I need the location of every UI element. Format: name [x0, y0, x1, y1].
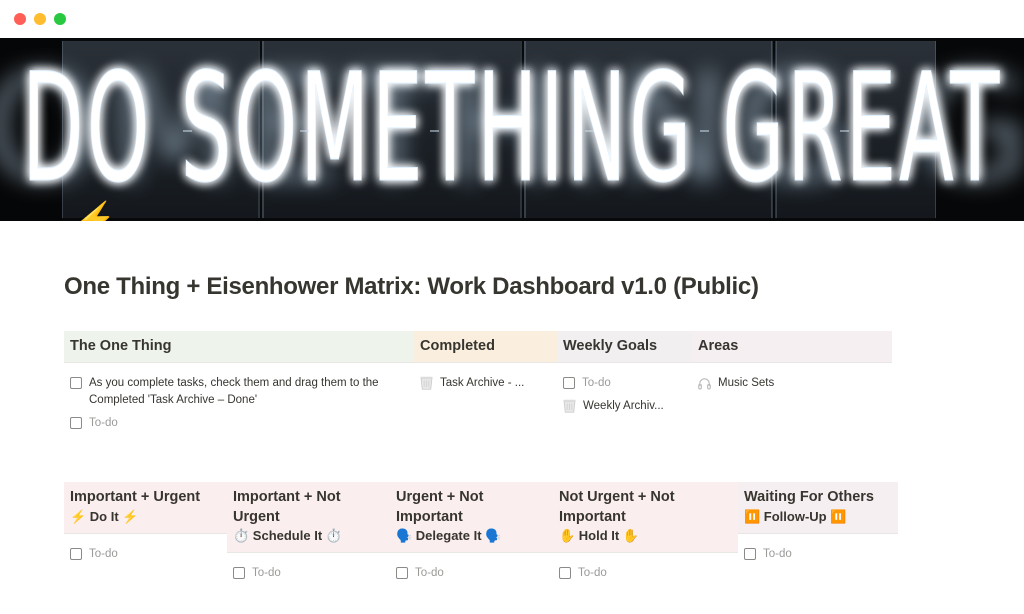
column-areas: Areas Music Sets [692, 331, 892, 395]
list-item-label: To-do [89, 416, 118, 429]
column-header-completed[interactable]: Completed [414, 331, 557, 364]
list-item-label: To-do [252, 567, 281, 580]
neon-sign-artwork: DO SOMETHING GREAT DO SOMETHING GREAT [0, 38, 1024, 221]
list-item-label: To-do [89, 547, 118, 560]
column-completed: Completed Task Archive - ... [414, 331, 557, 395]
list-item[interactable]: To-do [553, 562, 738, 585]
list-item[interactable]: Weekly Archiv... [557, 395, 692, 418]
todo-checkbox[interactable] [70, 377, 82, 390]
column-urgent-not-important: Urgent + Not Important 🗣️ Delegate It 🗣️ T… [390, 482, 553, 585]
column-body-weekly-goals: To-do Weekly Archiv... [557, 363, 692, 417]
list-item-label: To-do [582, 377, 611, 390]
list-item[interactable]: To-do [390, 562, 553, 585]
column-title: Areas [698, 338, 739, 354]
column-header-important-not-urgent[interactable]: Important + Not Urgent ⏱️ Schedule It ⏱️ [227, 482, 390, 554]
column-title: The One Thing [70, 338, 172, 354]
column-subtitle-emoji: 🗣️ Delegate It 🗣️ [396, 527, 502, 543]
list-item[interactable]: Task Archive - ... [414, 372, 557, 395]
todo-checkbox[interactable] [396, 567, 408, 580]
column-weekly-goals: Weekly Goals To-do Weekly Archiv... [557, 331, 692, 418]
page-title[interactable]: One Thing + Eisenhower Matrix: Work Dash… [64, 221, 960, 307]
column-not-urgent-not-important: Not Urgent + Not Important ✋ Hold It ✋ To-… [553, 482, 738, 585]
column-body-the-one-thing: As you complete tasks, check them and dr… [64, 363, 414, 434]
column-header-important-urgent[interactable]: Important + Urgent ⚡ Do It ⚡ [64, 482, 227, 534]
list-item-label: As you complete tasks, check them and dr… [89, 377, 379, 406]
todo-checkbox[interactable] [70, 416, 82, 429]
list-item[interactable]: To-do [557, 372, 692, 395]
column-header-areas[interactable]: Areas [692, 331, 892, 364]
list-item-label: Music Sets [718, 377, 775, 390]
todo-checkbox[interactable] [70, 547, 82, 560]
list-item-label: Weekly Archiv... [583, 399, 664, 412]
headphones-icon [698, 378, 711, 390]
column-title: Important + Urgent [70, 489, 201, 506]
column-important-urgent: Important + Urgent ⚡ Do It ⚡ To-do [64, 482, 227, 565]
list-item[interactable]: Music Sets [692, 372, 892, 395]
list-item-label: To-do [763, 547, 792, 560]
column-body-not-urgent-not-important: To-do [553, 553, 738, 585]
column-title: Important + Not Urgent [233, 489, 341, 525]
list-item[interactable]: As you complete tasks, check them and dr… [64, 372, 414, 411]
column-subtitle-emoji: ⏸️ Follow-Up ⏸️ [744, 508, 847, 524]
column-title: Waiting For Others [744, 489, 874, 506]
column-header-weekly-goals[interactable]: Weekly Goals [557, 331, 692, 364]
window-title-bar [0, 0, 1024, 38]
column-header-waiting-for-others[interactable]: Waiting For Others ⏸️ Follow-Up ⏸️ [738, 482, 898, 534]
column-title: Weekly Goals [563, 338, 658, 354]
column-the-one-thing: The One Thing As you complete tasks, chec… [64, 331, 414, 434]
list-item-label: Task Archive - ... [440, 377, 525, 390]
column-body-waiting-for-others: To-do [738, 534, 898, 566]
column-header-urgent-not-important[interactable]: Urgent + Not Important 🗣️ Delegate It 🗣️ [390, 482, 553, 554]
column-important-not-urgent: Important + Not Urgent ⏱️ Schedule It ⏱️ T… [227, 482, 390, 585]
todo-checkbox[interactable] [559, 567, 571, 580]
column-subtitle-emoji: ⏱️ Schedule It ⏱️ [233, 527, 342, 543]
column-body-important-not-urgent: To-do [227, 553, 390, 585]
todo-checkbox[interactable] [233, 567, 245, 580]
window-maximize-button[interactable] [54, 13, 66, 25]
column-subtitle-emoji: ✋ Hold It ✋ [559, 527, 640, 543]
list-item[interactable]: To-do [64, 543, 227, 566]
list-item-label: To-do [578, 567, 607, 580]
list-item[interactable]: To-do [738, 543, 898, 566]
column-subtitle-emoji: ⚡ Do It ⚡ [70, 508, 139, 524]
list-item[interactable]: To-do [64, 412, 414, 435]
column-title: Not Urgent + Not Important [559, 489, 675, 525]
page-icon-lightning-icon[interactable]: ⚡ [74, 203, 116, 221]
page-cover-image[interactable]: DO SOMETHING GREAT DO SOMETHING GREAT ⚡ [0, 38, 1024, 221]
todo-checkbox[interactable] [563, 377, 575, 390]
column-body-important-urgent: To-do [64, 534, 227, 566]
column-row-matrix: Important + Urgent ⚡ Do It ⚡ To-do Importan… [64, 482, 960, 585]
column-waiting-for-others: Waiting For Others ⏸️ Follow-Up ⏸️ To-do [738, 482, 898, 565]
column-title: Completed [420, 338, 495, 354]
trash-icon [420, 377, 433, 390]
window-minimize-button[interactable] [34, 13, 46, 25]
window-close-button[interactable] [14, 13, 26, 25]
column-body-completed: Task Archive - ... [414, 363, 557, 395]
svg-text:DO SOMETHING GREAT: DO SOMETHING GREAT [22, 42, 1002, 216]
column-body-areas: Music Sets [692, 363, 892, 395]
list-item[interactable]: To-do [227, 562, 390, 585]
todo-checkbox[interactable] [744, 547, 756, 560]
list-item-label: To-do [415, 567, 444, 580]
column-body-urgent-not-important: To-do [390, 553, 553, 585]
column-title: Urgent + Not Important [396, 489, 484, 525]
trash-icon [563, 399, 576, 413]
column-row-top: The One Thing As you complete tasks, chec… [64, 331, 960, 434]
page-content: One Thing + Eisenhower Matrix: Work Dash… [0, 221, 1024, 614]
column-header-not-urgent-not-important[interactable]: Not Urgent + Not Important ✋ Hold It ✋ [553, 482, 738, 554]
column-header-the-one-thing[interactable]: The One Thing [64, 331, 414, 364]
